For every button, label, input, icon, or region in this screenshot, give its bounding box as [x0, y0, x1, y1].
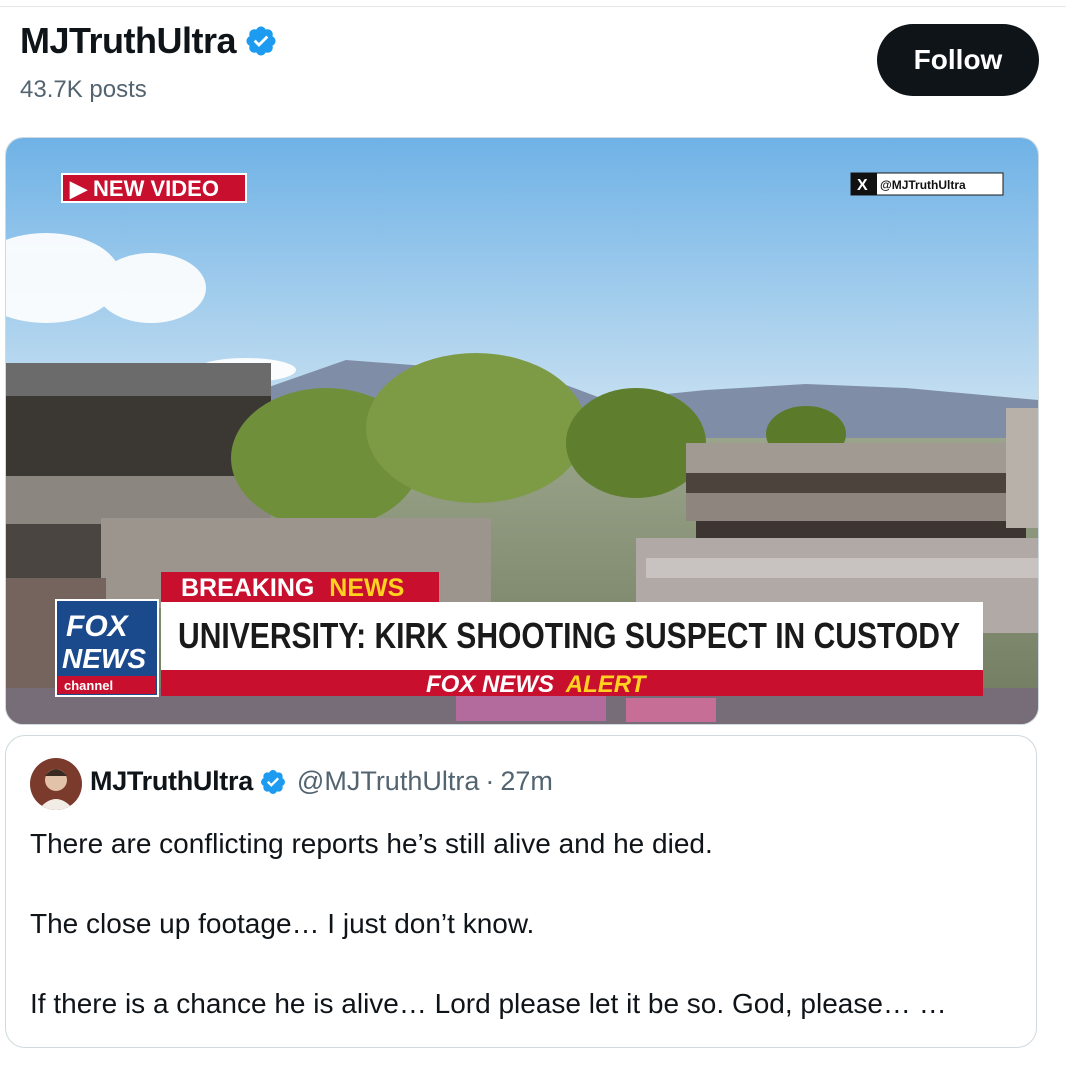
fox-news-logo: FOX NEWS channel [55, 599, 159, 697]
verified-badge-icon [260, 769, 285, 794]
logo-line-3: channel [64, 678, 113, 693]
separator-dot: · [485, 766, 495, 796]
quote-handle[interactable]: @MJTruthUltra [297, 766, 479, 797]
post-count: 43.7K posts [20, 76, 147, 103]
logo-line-1: FOX [66, 610, 130, 643]
avatar[interactable] [30, 758, 82, 810]
alert-word-2: ALERT [565, 671, 648, 698]
news-word: NEWS [329, 574, 404, 602]
quoted-tweet-card[interactable]: MJTruthUltra @MJTruthUltra · 27m There a… [5, 735, 1037, 1048]
logo-line-2: NEWS [62, 643, 146, 674]
verified-badge-icon [246, 26, 276, 56]
avatar-image [30, 758, 82, 810]
display-name[interactable]: MJTruthUltra [20, 20, 237, 62]
quote-display-name[interactable]: MJTruthUltra [90, 766, 253, 797]
video-frame: ▶ NEW VIDEO X @MJTruthUltra FOX NEWS cha… [6, 138, 1038, 724]
new-video-tag: ▶ NEW VIDEO [61, 173, 247, 203]
profile-header-name[interactable]: MJTruthUltra [20, 20, 278, 62]
quote-timestamp[interactable]: 27m [500, 766, 553, 797]
quoted-tweet-text: There are conflicting reports he’s still… [30, 824, 1020, 1024]
follow-button[interactable]: Follow [877, 24, 1039, 96]
x-logo-icon: X [857, 177, 868, 194]
top-divider [0, 6, 1066, 7]
quoted-tweet-header: MJTruthUltra @MJTruthUltra · 27m [90, 766, 553, 797]
breaking-news-label: BREAKING NEWS [181, 574, 404, 602]
alert-word-1: FOX NEWS [426, 671, 554, 698]
tweet-line: There are conflicting reports he’s still… [30, 828, 713, 859]
watermark-handle: @MJTruthUltra [880, 178, 966, 192]
fox-news-alert-label: FOX NEWS ALERT [426, 671, 648, 698]
video-media[interactable]: ▶ NEW VIDEO X @MJTruthUltra FOX NEWS cha… [5, 137, 1039, 725]
new-video-label: ▶ NEW VIDEO [69, 176, 219, 201]
breaking-word: BREAKING [181, 574, 314, 602]
watermark: X @MJTruthUltra [850, 172, 1004, 196]
tweet-line: If there is a chance he is alive… Lord p… [30, 988, 947, 1019]
headline-text: UNIVERSITY: KIRK SHOOTING SUSPECT IN CUS… [178, 615, 960, 656]
tweet-line: The close up footage… I just don’t know. [30, 908, 535, 939]
